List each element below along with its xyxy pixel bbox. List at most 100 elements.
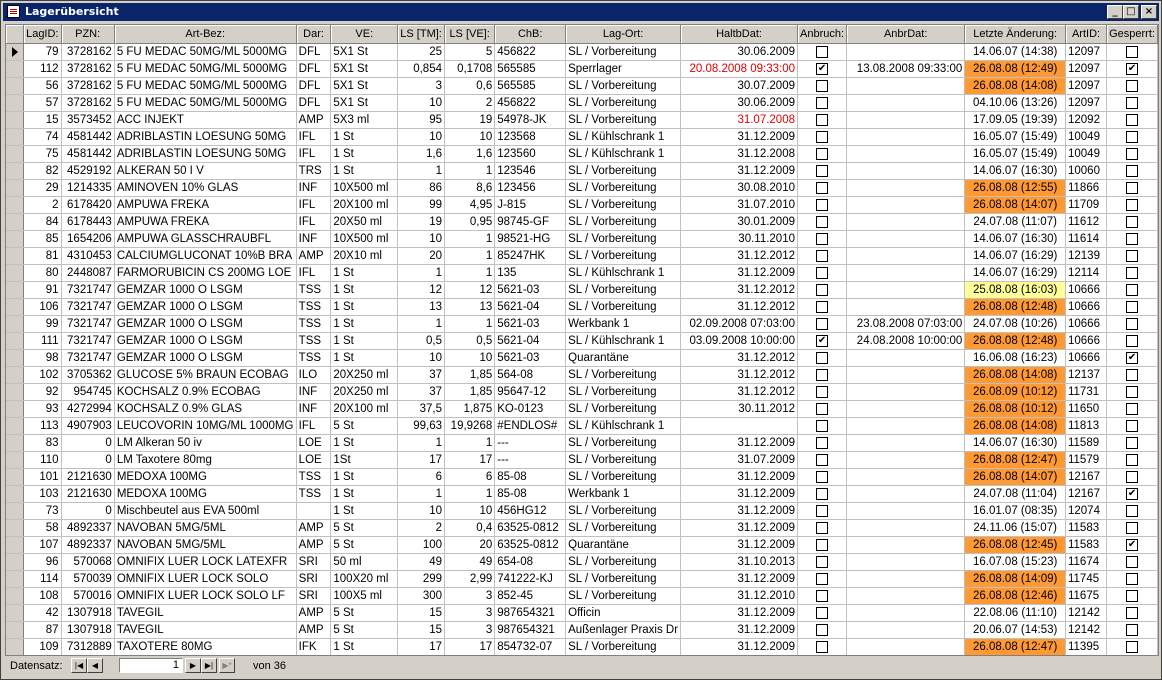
cell-aend[interactable]: 16.05.07 (15:49): [964, 145, 1066, 163]
gesperrt-checkbox-cell[interactable]: [1106, 332, 1158, 350]
cell-artid[interactable]: 11674: [1065, 553, 1108, 571]
cell-lstm[interactable]: 10: [397, 349, 445, 367]
cell-ve[interactable]: 1 St: [330, 502, 399, 520]
cell-pzn[interactable]: 4581442: [61, 128, 115, 146]
cell-pzn[interactable]: 4892337: [61, 536, 115, 554]
cell-dar[interactable]: TSS: [296, 332, 332, 350]
gesperrt-checkbox[interactable]: [1126, 606, 1139, 619]
anbruch-checkbox-cell[interactable]: [797, 213, 848, 231]
cell-lstm[interactable]: 86: [397, 179, 445, 197]
gesperrt-checkbox-cell[interactable]: [1106, 519, 1158, 537]
table-row[interactable]: 82 4529192 ALKERAN 50 I V TRS 1 St 1 1 123546 SL…: [6, 162, 1158, 180]
anbruch-checkbox[interactable]: [816, 113, 829, 126]
cell-haltb[interactable]: 31.12.2009: [680, 434, 798, 452]
gesperrt-checkbox-cell[interactable]: [1106, 604, 1158, 622]
cell-ort[interactable]: SL / Vorbereitung: [565, 366, 682, 384]
cell-chb[interactable]: 85-08: [494, 485, 567, 503]
cell-aend[interactable]: 14.06.07 (16:30): [964, 434, 1066, 452]
cell-artid[interactable]: 11589: [1065, 434, 1108, 452]
cell-bez[interactable]: 5 FU MEDAC 50MG/ML 5000MG: [114, 43, 297, 61]
column-header[interactable]: Lag-Ort:: [565, 25, 682, 44]
cell-lagid[interactable]: 99: [23, 315, 62, 333]
cell-lagid[interactable]: 107: [23, 536, 62, 554]
cell-dar[interactable]: TSS: [296, 468, 332, 486]
cell-lstm[interactable]: 15: [397, 621, 445, 639]
cell-ort[interactable]: SL / Vorbereitung: [565, 77, 682, 95]
next-record-button[interactable]: ▶: [185, 658, 201, 673]
cell-haltb[interactable]: 31.07.2009: [680, 451, 798, 469]
cell-dar[interactable]: TSS: [296, 315, 332, 333]
anbruch-checkbox-cell[interactable]: [797, 553, 848, 571]
row-selector[interactable]: [6, 281, 25, 299]
cell-lsve[interactable]: 10: [444, 502, 496, 520]
cell-dar[interactable]: TSS: [296, 298, 332, 316]
anbruch-checkbox[interactable]: [816, 538, 829, 551]
gesperrt-checkbox[interactable]: [1126, 317, 1139, 330]
cell-lsve[interactable]: 0,95: [444, 213, 496, 231]
gesperrt-checkbox[interactable]: [1126, 147, 1139, 160]
gesperrt-checkbox-cell[interactable]: [1106, 145, 1158, 163]
table-row[interactable]: 112 3728162 5 FU MEDAC 50MG/ML 5000MG DFL 5X…: [6, 60, 1158, 78]
cell-chb[interactable]: 63525-0812: [494, 519, 567, 537]
table-row[interactable]: 91 7321747 GEMZAR 1000 O LSGM TSS 1 St 12 12 56…: [6, 281, 1158, 299]
row-selector[interactable]: [6, 128, 25, 146]
table-row[interactable]: 57 3728162 5 FU MEDAC 50MG/ML 5000MG DFL 5X1…: [6, 94, 1158, 112]
cell-ve[interactable]: 1 St: [330, 264, 399, 282]
anbruch-checkbox[interactable]: [816, 640, 829, 653]
cell-haltb[interactable]: 31.12.2012: [680, 383, 798, 401]
cell-lsve[interactable]: 2,99: [444, 570, 496, 588]
table-row[interactable]: 102 3705362 GLUCOSE 5% BRAUN ECOBAG ILO 20X2…: [6, 366, 1158, 384]
gesperrt-checkbox-cell[interactable]: ✔: [1106, 349, 1158, 367]
table-row[interactable]: 93 4272994 KOCHSALZ 0.9% GLAS INF 20X100 ml 3…: [6, 400, 1158, 418]
cell-ve[interactable]: 5X1 St: [330, 77, 399, 95]
cell-lagid[interactable]: 80: [23, 264, 62, 282]
cell-lsve[interactable]: 1: [444, 247, 496, 265]
gesperrt-checkbox-cell[interactable]: ✔: [1106, 60, 1158, 78]
cell-dar[interactable]: AMP: [296, 536, 332, 554]
cell-ve[interactable]: 1 St: [330, 485, 399, 503]
cell-haltb[interactable]: 30.07.2009: [680, 77, 798, 95]
row-selector[interactable]: [6, 349, 25, 367]
cell-ort[interactable]: SL / Vorbereitung: [565, 468, 682, 486]
cell-dar[interactable]: IFL: [296, 417, 332, 435]
gesperrt-checkbox-cell[interactable]: [1106, 196, 1158, 214]
cell-bez[interactable]: AMPUWA FREKA: [114, 196, 297, 214]
cell-aend[interactable]: 26.08.08 (12:48): [964, 332, 1066, 350]
cell-pzn[interactable]: 7312889: [61, 638, 115, 655]
cell-dar[interactable]: DFL: [296, 94, 332, 112]
cell-anbrdat[interactable]: [846, 264, 966, 282]
anbruch-checkbox-cell[interactable]: [797, 502, 848, 520]
row-selector[interactable]: [6, 77, 25, 95]
cell-ort[interactable]: SL / Vorbereitung: [565, 247, 682, 265]
gesperrt-checkbox[interactable]: [1126, 130, 1139, 143]
cell-anbrdat[interactable]: [846, 298, 966, 316]
cell-ve[interactable]: 5 St: [330, 604, 399, 622]
cell-lagid[interactable]: 102: [23, 366, 62, 384]
cell-lstm[interactable]: 1,6: [397, 145, 445, 163]
gesperrt-checkbox-cell[interactable]: [1106, 366, 1158, 384]
cell-artid[interactable]: 11583: [1065, 519, 1108, 537]
cell-lstm[interactable]: 12: [397, 281, 445, 299]
title-bar[interactable]: Lagerübersicht _ □ ×: [3, 3, 1159, 21]
anbruch-checkbox-cell[interactable]: [797, 621, 848, 639]
cell-ort[interactable]: SL / Vorbereitung: [565, 519, 682, 537]
cell-lstm[interactable]: 1: [397, 485, 445, 503]
cell-lagid[interactable]: 109: [23, 638, 62, 655]
cell-aend[interactable]: 24.07.08 (10:26): [964, 315, 1066, 333]
anbruch-checkbox-cell[interactable]: [797, 247, 848, 265]
cell-dar[interactable]: DFL: [296, 43, 332, 61]
gesperrt-checkbox-cell[interactable]: [1106, 162, 1158, 180]
gesperrt-checkbox-cell[interactable]: [1106, 570, 1158, 588]
cell-dar[interactable]: IFL: [296, 128, 332, 146]
cell-ort[interactable]: SL / Vorbereitung: [565, 502, 682, 520]
cell-lsve[interactable]: 3: [444, 604, 496, 622]
cell-bez[interactable]: TAXOTERE 80MG: [114, 638, 297, 655]
cell-ort[interactable]: SL / Vorbereitung: [565, 587, 682, 605]
anbruch-checkbox-cell[interactable]: [797, 587, 848, 605]
row-selector[interactable]: [6, 553, 25, 571]
cell-dar[interactable]: IFL: [296, 213, 332, 231]
table-row[interactable]: 85 1654206 AMPUWA GLASSCHRAUBFL INF 10X500 m…: [6, 230, 1158, 248]
previous-record-button[interactable]: ◀: [87, 658, 103, 673]
table-row[interactable]: 92 954745 KOCHSALZ 0.9% ECOBAG INF 20X250 ml…: [6, 383, 1158, 401]
gesperrt-checkbox-cell[interactable]: [1106, 264, 1158, 282]
